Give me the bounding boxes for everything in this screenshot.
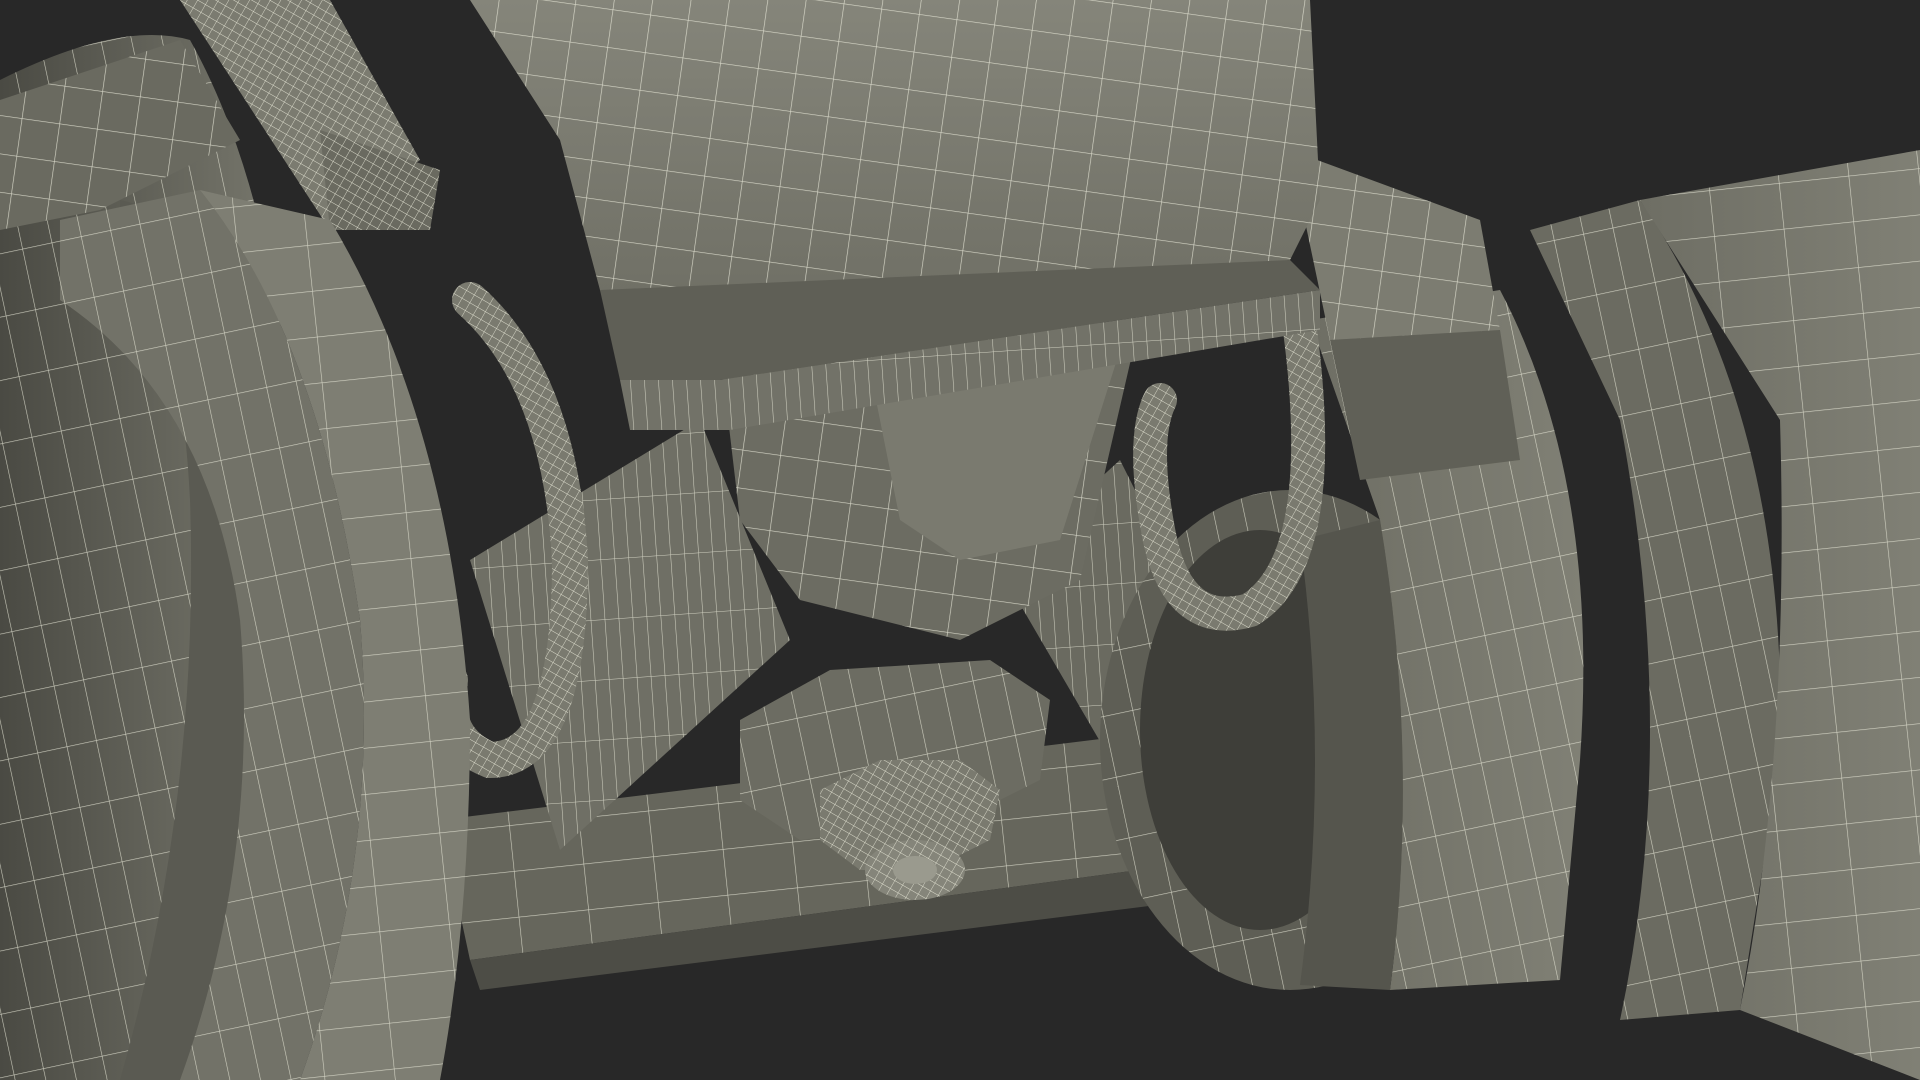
- 3d-viewport[interactable]: [0, 0, 1920, 1080]
- render-canvas: [0, 0, 1920, 1080]
